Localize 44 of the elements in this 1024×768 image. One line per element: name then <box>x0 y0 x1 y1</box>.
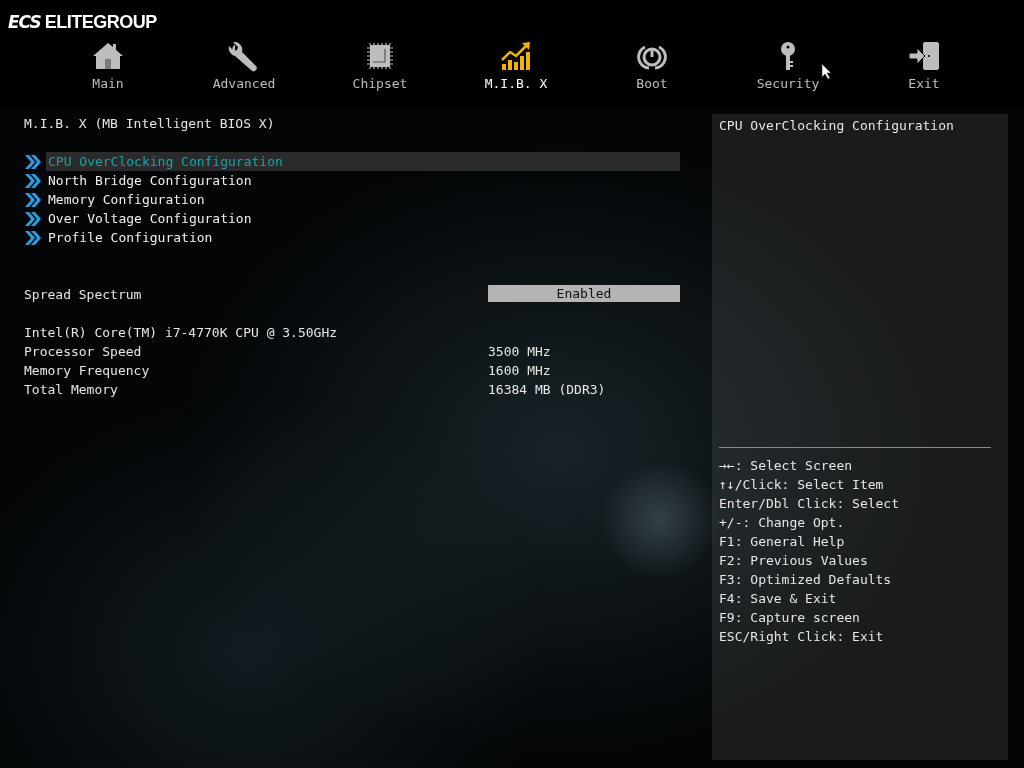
double-chevron-icon <box>24 153 42 170</box>
submenu-item[interactable]: North Bridge Configuration <box>46 171 680 190</box>
rising-chart-icon <box>499 40 533 72</box>
house-icon <box>91 40 125 72</box>
nav-tab[interactable]: Chipset <box>312 40 448 92</box>
help-description: CPU OverClocking Configuration <box>719 118 954 133</box>
nav-tab[interactable]: Security <box>720 40 856 92</box>
mouse-pointer-icon <box>821 63 832 80</box>
key-hint: F3: Optimized Defaults <box>719 572 892 587</box>
key-hint: F1: General Help <box>719 534 845 549</box>
info-label: Processor Speed <box>24 344 142 359</box>
setting-label: Spread Spectrum <box>24 287 142 302</box>
double-chevron-icon <box>24 172 42 189</box>
info-value: 16384 MB (DDR3) <box>488 381 606 399</box>
double-chevron-icon <box>24 191 42 208</box>
brand-logo-mark: ECS <box>8 10 41 34</box>
double-chevron-icon <box>24 210 42 227</box>
info-label: Intel(R) Core(TM) i7-4770K CPU @ 3.50GHz <box>24 325 338 340</box>
info-value: 1600 MHz <box>488 362 551 380</box>
submenu-item[interactable]: Over Voltage Configuration <box>46 209 680 228</box>
brand-name: ELITEGROUP <box>44 11 157 34</box>
setting-value-field[interactable]: Enabled <box>488 285 680 302</box>
key-hint: F9: Capture screen <box>719 610 860 625</box>
key-hint: →←: Select Screen <box>719 458 853 473</box>
submenu-item[interactable]: Memory Configuration <box>46 190 680 209</box>
key-hint: F2: Previous Values <box>719 553 868 568</box>
key-hint: ESC/Right Click: Exit <box>719 629 884 644</box>
nav-tab[interactable]: M.I.B. X <box>448 40 584 92</box>
key-hint: F4: Save & Exit <box>719 591 837 606</box>
key-hint: +/-: Change Opt. <box>719 515 845 530</box>
submenu-item[interactable]: Profile Configuration <box>46 228 680 247</box>
nav-tab[interactable]: Boot <box>584 40 720 92</box>
info-value: 3500 MHz <box>488 343 551 361</box>
double-chevron-icon <box>24 229 42 246</box>
nav-tab[interactable]: Advanced <box>176 40 312 92</box>
info-label: Total Memory <box>24 382 118 397</box>
nav-tab[interactable]: Exit <box>856 40 992 92</box>
key-hint: ↑↓/Click: Select Item <box>719 477 884 492</box>
page-title: M.I.B. X (MB Intelligent BIOS X) <box>24 115 276 133</box>
info-label: Memory Frequency <box>24 363 150 378</box>
door-arrow-icon <box>907 40 941 72</box>
key-hint: Enter/Dbl Click: Select <box>719 496 899 511</box>
nav-tab[interactable]: Main <box>40 40 176 92</box>
submenu-item[interactable]: CPU OverClocking Configuration <box>46 152 680 171</box>
